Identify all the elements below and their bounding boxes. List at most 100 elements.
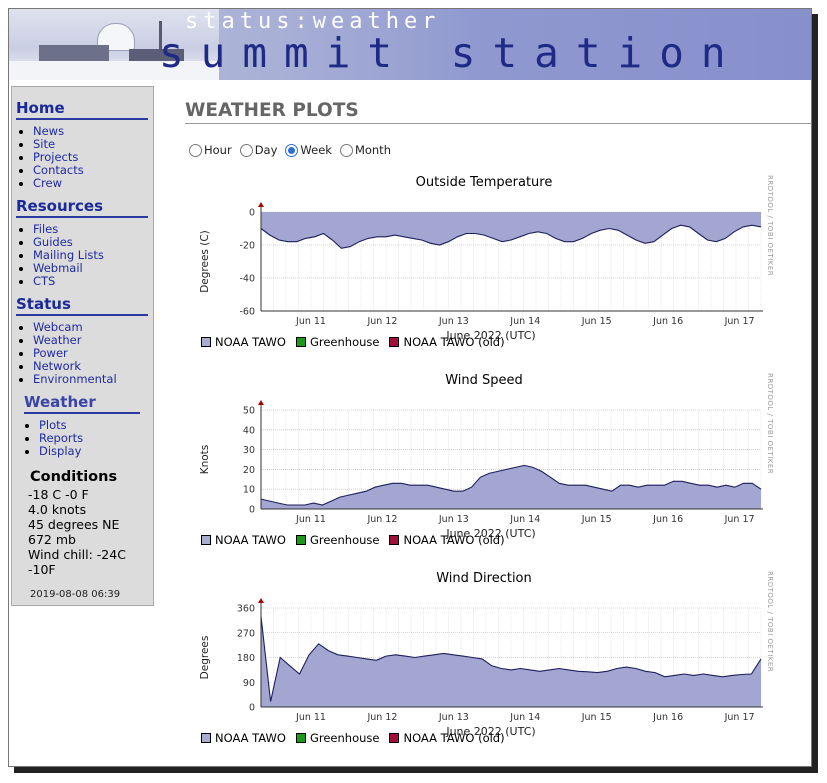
sidebar-link-cts[interactable]: CTS [33, 274, 55, 288]
rrdtool-watermark: RRDTOOL / TOBI OETIKER [766, 175, 774, 277]
y-tick-label: 0 [249, 208, 255, 219]
sidebar-link-power[interactable]: Power [33, 346, 68, 360]
list-item: Environmental [33, 373, 117, 386]
range-label: Month [354, 143, 391, 157]
legend-item: NOAA TAWO (old) [389, 533, 505, 547]
y-axis-label: Degrees (C) [199, 230, 211, 293]
legend-swatch [295, 733, 306, 743]
y-axis-arrow [258, 400, 264, 405]
sidebar-link-plots[interactable]: Plots [39, 418, 67, 432]
rrdtool-watermark: RRDTOOL / TOBI OETIKER [766, 373, 774, 475]
site-banner[interactable]: status:weather summit station [9, 9, 811, 80]
sidebar-heading-status[interactable]: Status [16, 295, 148, 316]
range-selector: Hour Day Week Month [189, 143, 391, 157]
legend-item: Greenhouse [295, 533, 379, 547]
x-tick-label: Jun 13 [438, 514, 469, 525]
x-tick-label: Jun 17 [724, 514, 755, 525]
sidebar-link-crew[interactable]: Crew [33, 176, 62, 190]
range-option-week[interactable]: Week [285, 143, 332, 157]
x-tick-label: Jun 12 [366, 316, 397, 327]
x-tick-label: Jun 13 [438, 316, 469, 327]
x-tick-label: Jun 16 [652, 316, 683, 327]
radio-button[interactable] [239, 143, 253, 157]
x-tick-label: Jun 15 [581, 316, 612, 327]
range-option-hour[interactable]: Hour [189, 143, 232, 157]
list-item: Display [39, 445, 83, 458]
y-tick-label: 90 [243, 678, 255, 689]
sidebar-link-webmail[interactable]: Webmail [33, 261, 83, 275]
list-item: CTS [33, 275, 104, 288]
legend-item: NOAA TAWO [201, 335, 286, 349]
conditions-line: -10F [28, 562, 56, 577]
sidebar-link-network[interactable]: Network [33, 359, 81, 373]
radio-button[interactable] [339, 143, 353, 157]
chart-title: Wind Speed [445, 373, 523, 388]
x-tick-label: Jun 16 [652, 712, 683, 723]
sidebar-link-reports[interactable]: Reports [39, 431, 83, 445]
sidebar-link-news[interactable]: News [33, 124, 64, 138]
range-label: Week [300, 143, 332, 157]
radio-button[interactable] [189, 143, 202, 157]
legend-swatch [201, 733, 211, 743]
sidebar-link-site[interactable]: Site [33, 137, 55, 151]
temperature-chart: 0 -20 -40 -60 Jun 11 Jun 12 Jun 13 Jun 14 Jun 15… [199, 202, 763, 342]
legend-swatch [295, 535, 306, 545]
x-tick-label: Jun 12 [366, 712, 397, 723]
chart-title: Outside Temperature [415, 175, 553, 190]
x-tick-label: Jun 11 [295, 316, 326, 327]
legend-swatch [295, 337, 306, 347]
range-label: Day [254, 143, 278, 157]
sidebar-heading-resources[interactable]: Resources [16, 197, 148, 218]
y-axis-label: Degrees [199, 636, 211, 680]
y-axis-arrow [258, 598, 264, 603]
sidebar-link-guides[interactable]: Guides [33, 235, 73, 249]
series-area [261, 465, 761, 509]
sidebar-link-files[interactable]: Files [33, 222, 58, 236]
radio-button-selected[interactable] [285, 143, 299, 157]
station-building [39, 45, 109, 61]
legend-label: NOAA TAWO [215, 731, 286, 745]
conditions-line: Wind chill: -24C [28, 547, 126, 562]
range-option-day[interactable]: Day [239, 143, 278, 157]
conditions-timestamp: 2019-08-08 06:39 [30, 589, 121, 600]
y-axis-arrow [258, 202, 264, 207]
sidebar-heading-weather[interactable]: Weather [24, 393, 140, 414]
legend-label: NOAA TAWO [215, 533, 286, 547]
legend-label: NOAA TAWO (old) [403, 533, 505, 547]
sidebar-link-weather[interactable]: Weather [33, 333, 81, 347]
x-tick-label: Jun 11 [295, 514, 326, 525]
x-tick-label: Jun 14 [509, 712, 540, 723]
y-tick-label: -60 [239, 307, 255, 318]
legend-label: NOAA TAWO (old) [403, 731, 505, 745]
y-tick-label: 0 [249, 505, 255, 516]
sidebar-link-mailing-lists[interactable]: Mailing Lists [33, 248, 104, 262]
legend-item: Greenhouse [295, 335, 379, 349]
conditions-line: 45 degrees NE [28, 517, 120, 532]
legend-item: NOAA TAWO [201, 731, 286, 745]
y-tick-label: 360 [237, 604, 255, 615]
sidebar-link-contacts[interactable]: Contacts [33, 163, 84, 177]
x-tick-label: Jun 16 [652, 514, 683, 525]
legend-swatch [201, 337, 211, 347]
legend-label: Greenhouse [309, 731, 380, 745]
sidebar-link-projects[interactable]: Projects [33, 150, 78, 164]
sidebar-link-display[interactable]: Display [39, 444, 81, 458]
legend-label: NOAA TAWO [215, 335, 286, 349]
banner-title: summit station [159, 29, 743, 77]
x-tick-label: Jun 13 [438, 712, 469, 723]
sidebar-heading-home[interactable]: Home [16, 99, 148, 120]
legend-item: Greenhouse [295, 731, 380, 745]
y-tick-label: -20 [239, 241, 255, 252]
series-area [261, 616, 761, 707]
conditions-title: Conditions [30, 469, 118, 485]
sidebar-link-webcam[interactable]: Webcam [33, 320, 83, 334]
y-tick-label: 180 [237, 653, 255, 664]
sidebar-link-environmental[interactable]: Environmental [33, 372, 117, 386]
range-option-month[interactable]: Month [339, 143, 391, 157]
wind-direction-chart: 360 270 180 90 0 Jun 11 Jun 12 Jun 13 Jun 14 Jun … [199, 598, 763, 738]
legend-swatch [201, 535, 211, 545]
sidebar: Home News Site Projects Contacts Crew Re… [11, 86, 154, 606]
y-tick-label: -40 [239, 274, 255, 285]
sidebar-menu-weather: Plots Reports Display [24, 419, 83, 458]
legend-item: NOAA TAWO [201, 533, 286, 547]
